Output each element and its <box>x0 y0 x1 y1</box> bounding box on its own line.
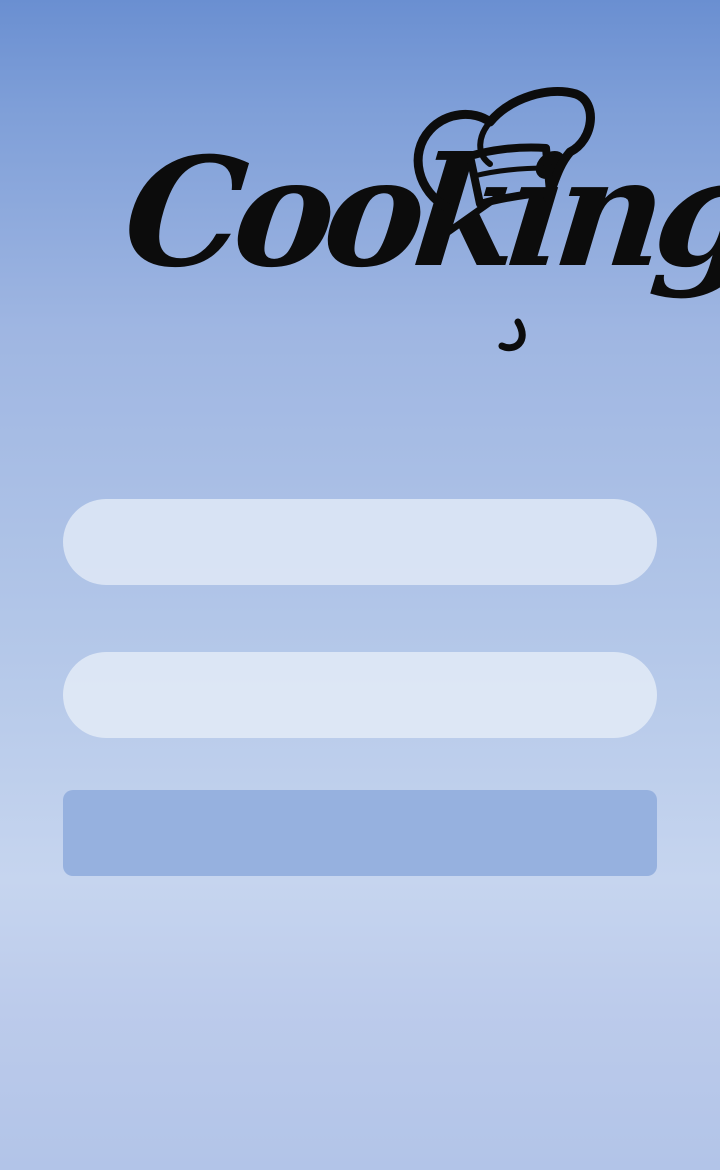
chef-hat-icon <box>413 87 595 352</box>
username-field[interactable] <box>63 499 657 585</box>
app-logo: Cooking <box>117 80 720 360</box>
password-field[interactable] <box>63 652 657 738</box>
submit-button[interactable] <box>63 790 657 876</box>
